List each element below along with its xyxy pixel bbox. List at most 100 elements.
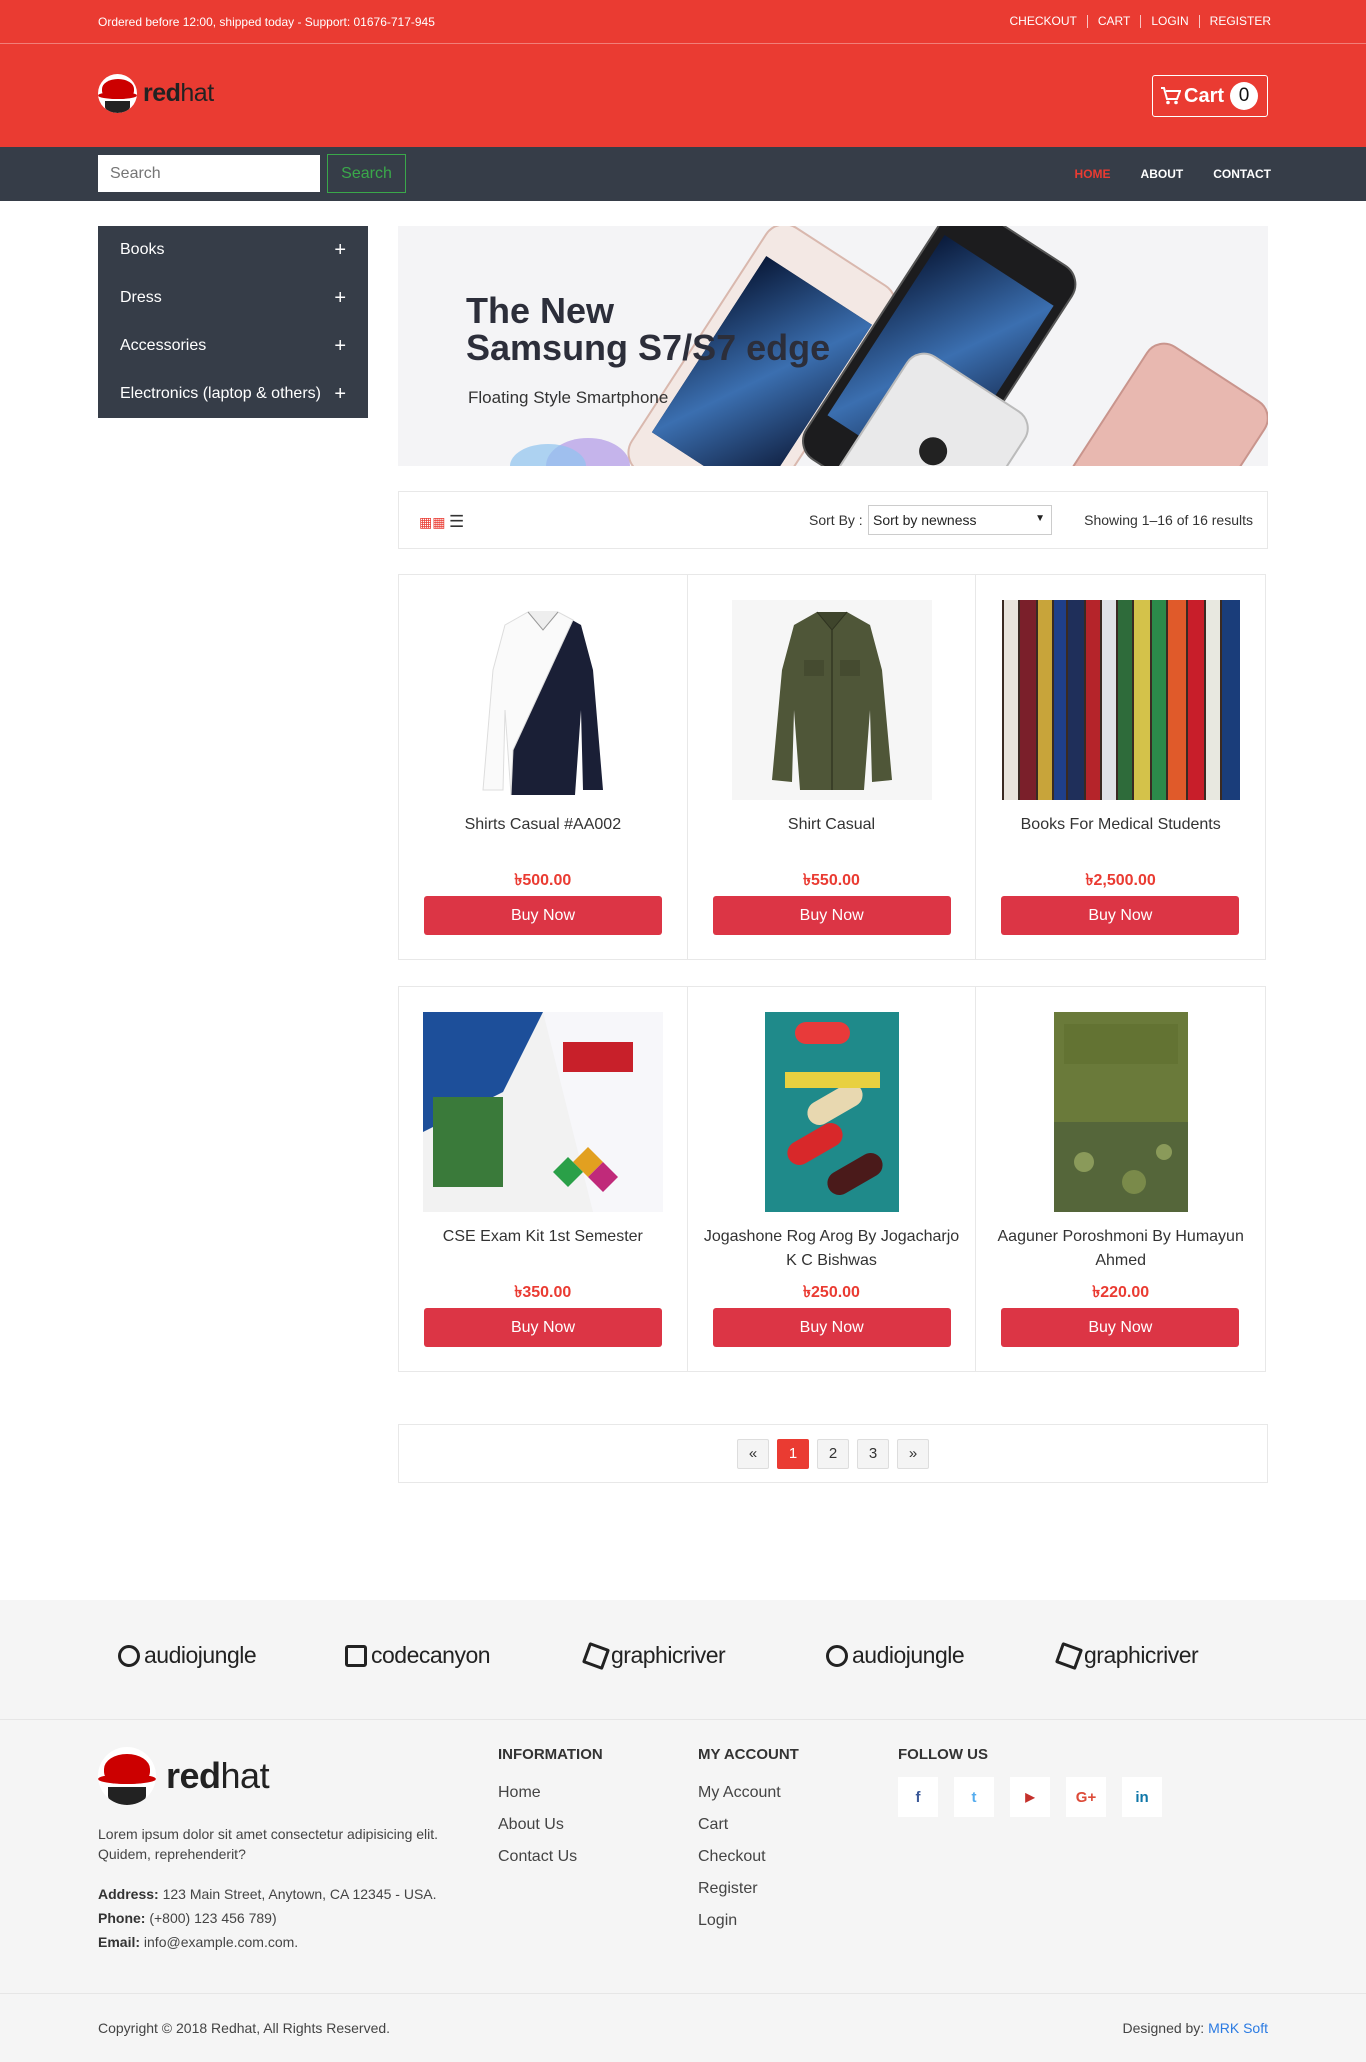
category-accessories[interactable]: Accessories + [98, 322, 368, 370]
category-label: Accessories [120, 337, 207, 354]
copyright-bar: Copyright © 2018 Redhat, All Rights Rese… [0, 1993, 1366, 2062]
product-name[interactable]: Books For Medical Students [986, 813, 1255, 837]
buy-now-button[interactable]: Buy Now [424, 896, 662, 935]
product-image-aaguner-poroshmoni-book[interactable] [1053, 1012, 1188, 1212]
product-card[interactable]: Jogashone Rog Arog By Jogacharjo K C Bis… [688, 987, 977, 1371]
shipping-notice: Ordered before 12:00, shipped today - Su… [98, 15, 435, 29]
next-page-button[interactable]: » [897, 1438, 929, 1469]
product-name[interactable]: Jogashone Rog Arog By Jogacharjo K C Bis… [698, 1225, 966, 1273]
cart-link[interactable]: CART [1086, 15, 1140, 28]
product-name[interactable]: Aaguner Poroshmoni By Humayun Ahmed [986, 1225, 1255, 1273]
youtube-icon[interactable]: ▶ [1010, 1777, 1050, 1817]
prev-page-button[interactable]: « [737, 1438, 769, 1469]
brand-graphicriver[interactable]: graphicriver [581, 1641, 726, 1670]
linkedin-icon[interactable]: in [1122, 1777, 1162, 1817]
buy-now-button[interactable]: Buy Now [424, 1308, 662, 1347]
navbar: Search HOME ABOUT CONTACT [0, 147, 1366, 201]
email-text: info@example.com.com. [143, 1934, 299, 1950]
banner-title: The New Samsung S7/S7 edge [466, 290, 831, 368]
sort-label: Sort By : [809, 512, 863, 528]
register-link[interactable]: REGISTER [1198, 15, 1271, 28]
site-logo[interactable]: redhat [98, 74, 214, 113]
product-card[interactable]: Aaguner Poroshmoni By Humayun Ahmed ৳220… [976, 987, 1265, 1371]
redhat-logo-icon [98, 1747, 156, 1805]
menu-about[interactable]: ABOUT [1141, 167, 1184, 181]
product-card[interactable]: Books For Medical Students ৳2,500.00 Buy… [976, 575, 1265, 959]
category-sidebar: Books + Dress + Accessories + Electronics (… [98, 226, 368, 418]
menu-contact[interactable]: CONTACT [1213, 167, 1271, 181]
facebook-icon[interactable]: f [898, 1777, 938, 1817]
brand-audiojungle[interactable]: audiojungle [826, 1642, 965, 1669]
google-plus-icon[interactable]: G+ [1066, 1777, 1106, 1817]
footer-link-checkout[interactable]: Checkout [698, 1841, 799, 1873]
product-image-cse-exam-kit[interactable] [422, 1012, 663, 1212]
footer-link-cart[interactable]: Cart [698, 1809, 799, 1841]
product-name[interactable]: Shirt Casual [698, 813, 966, 837]
audiojungle-icon [826, 1644, 848, 1667]
product-price: ৳550.00 [803, 872, 860, 889]
product-price: ৳250.00 [803, 1284, 860, 1301]
product-image-medical-books[interactable] [1001, 600, 1240, 800]
product-card[interactable]: Shirt Casual ৳550.00 Buy Now [688, 575, 977, 959]
footer-link-contact[interactable]: Contact Us [498, 1841, 603, 1873]
page-2-button[interactable]: 2 [817, 1438, 849, 1469]
hero-banner[interactable]: The New Samsung S7/S7 edge Floating Styl… [398, 226, 1268, 466]
page-3-button[interactable]: 3 [857, 1438, 889, 1469]
footer-link-my-account[interactable]: My Account [698, 1777, 799, 1809]
brand-logos: audiojungle codecanyon graphicriver audi… [0, 1600, 1366, 1720]
designer-link[interactable]: MRK Soft [1208, 2020, 1268, 2036]
footer-link-home[interactable]: Home [498, 1777, 603, 1809]
search-button[interactable]: Search [327, 154, 406, 193]
product-image-jogashone-book[interactable] [764, 1012, 899, 1212]
product-card[interactable]: CSE Exam Kit 1st Semester ৳350.00 Buy No… [399, 987, 688, 1371]
banner-subtitle: Floating Style Smartphone [468, 388, 669, 407]
cart-button[interactable]: Cart 0 [1152, 75, 1268, 117]
pagination: « 1 2 3 » [398, 1424, 1268, 1483]
graphicriver-icon [581, 1641, 611, 1670]
brand-audiojungle[interactable]: audiojungle [118, 1642, 257, 1669]
product-image-shirt-black-white[interactable] [443, 600, 643, 800]
plus-icon[interactable]: + [334, 335, 346, 358]
product-price: ৳500.00 [514, 872, 572, 889]
buy-now-button[interactable]: Buy Now [1001, 1308, 1240, 1347]
shopping-cart-icon [1161, 87, 1181, 105]
page: Ordered before 12:00, shipped today - Su… [0, 0, 1366, 2062]
category-label: Books [120, 241, 165, 258]
menu-home[interactable]: HOME [1075, 167, 1111, 181]
category-dress[interactable]: Dress + [98, 274, 368, 322]
product-name[interactable]: CSE Exam Kit 1st Semester [409, 1225, 677, 1249]
product-image-shirt-olive[interactable] [731, 600, 932, 800]
list-view-icon[interactable]: ☰ [449, 512, 464, 532]
plus-icon[interactable]: + [334, 239, 346, 262]
footer-link-login[interactable]: Login [698, 1905, 799, 1937]
information-heading: INFORMATION [498, 1746, 603, 1763]
grid-view-icon[interactable]: ▦▦ [419, 514, 445, 531]
footer-logo[interactable]: redhat [98, 1747, 270, 1805]
buy-now-button[interactable]: Buy Now [712, 1308, 951, 1347]
category-electronics[interactable]: Electronics (laptop & others) + [98, 370, 368, 418]
product-name[interactable]: Shirts Casual #AA002 [409, 813, 677, 837]
sort-toolbar: ▦▦ ☰ Sort By : Sort by newness ▼ Showing… [398, 491, 1268, 549]
buy-now-button[interactable]: Buy Now [1001, 896, 1240, 935]
footer-link-about[interactable]: About Us [498, 1809, 603, 1841]
twitter-icon[interactable]: t [954, 1777, 994, 1817]
plus-icon[interactable]: + [334, 383, 346, 406]
footer-logo-text: redhat [166, 1755, 270, 1796]
product-card[interactable]: Shirts Casual #AA002 ৳500.00 Buy Now [399, 575, 688, 959]
search-input[interactable] [98, 155, 320, 192]
login-link[interactable]: LOGIN [1140, 15, 1198, 28]
category-label: Electronics (laptop & others) [120, 385, 321, 402]
dropdown-arrow-icon: ▼ [1035, 513, 1045, 524]
brand-graphicriver[interactable]: graphicriver [1054, 1641, 1199, 1670]
buy-now-button[interactable]: Buy Now [712, 896, 951, 935]
account-heading: MY ACCOUNT [698, 1746, 799, 1763]
page-1-button[interactable]: 1 [777, 1438, 809, 1469]
sort-select[interactable]: Sort by newness ▼ [868, 505, 1052, 535]
brand-codecanyon[interactable]: codecanyon [345, 1642, 491, 1669]
plus-icon[interactable]: + [334, 287, 346, 310]
designed-by: Designed by: MRK Soft [1122, 2020, 1268, 2036]
sort-selected-value: Sort by newness [873, 512, 977, 528]
footer-link-register[interactable]: Register [698, 1873, 799, 1905]
checkout-link[interactable]: CHECKOUT [1000, 15, 1087, 28]
category-books[interactable]: Books + [98, 226, 368, 274]
